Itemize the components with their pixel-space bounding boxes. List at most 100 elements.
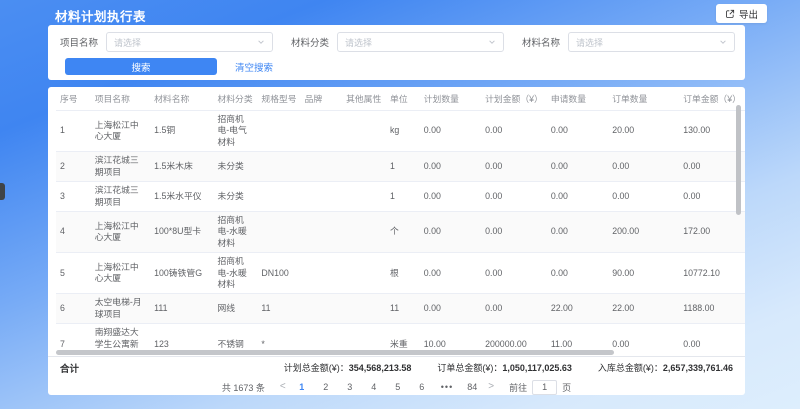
cell: 5: [56, 253, 91, 294]
search-button[interactable]: 搜索: [65, 58, 217, 75]
column-header: 品牌: [301, 87, 342, 111]
filter-panel: 项目名称请选择材料分类请选择材料名称请选择 搜索 清空搜索: [48, 25, 745, 80]
column-header: 序号: [56, 87, 91, 111]
page-button-1[interactable]: 1: [297, 382, 307, 392]
export-label: 导出: [739, 7, 758, 21]
cell: 10772.10: [679, 253, 745, 294]
cell: 0.00: [420, 182, 481, 212]
cell: [342, 211, 386, 252]
filter-actions: 搜索 清空搜索: [65, 58, 273, 75]
summary-order-total-value: 1,050,117,025.63: [502, 363, 572, 373]
cell: 1: [56, 111, 91, 152]
cell: [301, 211, 342, 252]
cell: 0.00: [679, 324, 745, 350]
cell: 0.00: [420, 253, 481, 294]
table-panel: 序号项目名称材料名称材料分类规格型号品牌其他属性单位计划数量计划金额（¥）申请数…: [48, 87, 745, 395]
total-count: 共 1673 条: [222, 381, 265, 394]
cell: 滨江花城三期项目: [91, 152, 150, 182]
select-placeholder: 请选择: [345, 36, 372, 49]
next-page-button[interactable]: >: [486, 382, 496, 392]
column-header: 计划数量: [420, 87, 481, 111]
cell: 1188.00: [679, 294, 745, 324]
cell: 22.00: [608, 294, 679, 324]
cell: 上海松江中心大厦: [91, 111, 150, 152]
cell: 根: [386, 253, 420, 294]
cell: 0.00: [608, 152, 679, 182]
cell: 0.00: [481, 211, 547, 252]
pagination: 共 1673 条 < 1 2 3 4 5 6 ••• 84 > 前往 页: [48, 379, 745, 395]
horizontal-scrollbar-thumb[interactable]: [56, 350, 614, 355]
summary-plan-total-value: 354,568,213.58: [349, 363, 412, 373]
cell: 0.00: [481, 182, 547, 212]
cell: [257, 182, 300, 212]
cell: 上海松江中心大厦: [91, 211, 150, 252]
column-header: 项目名称: [91, 87, 150, 111]
cell: 0.00: [547, 211, 608, 252]
page-button-6[interactable]: 6: [417, 382, 427, 392]
cell: 未分类: [213, 152, 257, 182]
column-header: 材料分类: [213, 87, 257, 111]
page-button-5[interactable]: 5: [393, 382, 403, 392]
cell: 10.00: [420, 324, 481, 350]
cell: 0.00: [481, 152, 547, 182]
cell: 1.5铜: [150, 111, 213, 152]
cell: 0.00: [420, 211, 481, 252]
cell: 南翔盛达大学生公寓新建: [91, 324, 150, 350]
cell: 0.00: [481, 294, 547, 324]
select-project-name[interactable]: 请选择: [106, 32, 273, 52]
cell: 1: [386, 152, 420, 182]
prev-page-button[interactable]: <: [278, 382, 288, 392]
filter-label-material-category: 材料分类: [291, 35, 329, 49]
sidebar-collapse-handle[interactable]: [0, 183, 5, 200]
cell: 0.00: [547, 182, 608, 212]
pagination-ellipsis[interactable]: •••: [441, 382, 453, 392]
cell: 90.00: [608, 253, 679, 294]
cell: 11: [386, 294, 420, 324]
select-material-category[interactable]: 请选择: [337, 32, 504, 52]
cell: 0.00: [420, 294, 481, 324]
vertical-scrollbar-thumb[interactable]: [736, 105, 741, 215]
cell: 上海松江中心大厦: [91, 253, 150, 294]
cell: 未分类: [213, 182, 257, 212]
clear-search-link[interactable]: 清空搜索: [235, 60, 273, 74]
filter-label-material-name: 材料名称: [522, 35, 560, 49]
cell: 11.00: [547, 324, 608, 350]
column-header: 规格型号: [257, 87, 300, 111]
cell: 6: [56, 294, 91, 324]
summary-totals: 计划总金额(¥)：354,568,213.58订单总金额(¥)：1,050,11…: [284, 361, 733, 374]
column-header: 其他属性: [342, 87, 386, 111]
cell: 0.00: [547, 152, 608, 182]
table-row: 3滨江花城三期项目1.5米水平仪未分类10.000.000.000.000.00: [56, 182, 745, 212]
page-button-2[interactable]: 2: [321, 382, 331, 392]
column-header: 计划金额（¥）: [481, 87, 547, 111]
cell: 0.00: [420, 111, 481, 152]
page-list: 1 2 3 4 5 6 ••• 84: [297, 382, 477, 392]
cell: 招商机电-水暖材料: [213, 253, 257, 294]
cell: 7: [56, 324, 91, 350]
cell: 网线: [213, 294, 257, 324]
column-header: 材料名称: [150, 87, 213, 111]
cell: 1.5米水平仪: [150, 182, 213, 212]
cell: 不锈钢: [213, 324, 257, 350]
select-material-name[interactable]: 请选择: [568, 32, 735, 52]
cell: [342, 253, 386, 294]
cell: 200000.00: [481, 324, 547, 350]
page-button-3[interactable]: 3: [345, 382, 355, 392]
cell: 太空电梯-月球项目: [91, 294, 150, 324]
cell: [301, 324, 342, 350]
goto-page-input[interactable]: [532, 380, 557, 395]
cell: 个: [386, 211, 420, 252]
export-button[interactable]: 导出: [716, 4, 767, 23]
page-button-84[interactable]: 84: [467, 382, 477, 392]
cell: [342, 182, 386, 212]
cell: 1: [386, 182, 420, 212]
filter-label-project-name: 项目名称: [60, 35, 98, 49]
cell: 0.00: [608, 324, 679, 350]
table-row: 4上海松江中心大厦100*8U型卡招商机电-水暖材料个0.000.000.002…: [56, 211, 745, 252]
goto-label: 前往: [509, 381, 527, 394]
table-header-row: 序号项目名称材料名称材料分类规格型号品牌其他属性单位计划数量计划金额（¥）申请数…: [56, 87, 745, 111]
page-button-4[interactable]: 4: [369, 382, 379, 392]
summary-plan-total-label: 计划总金额(¥)：: [284, 363, 349, 373]
goto-page: 前往 页: [509, 380, 571, 395]
chevron-down-icon: [257, 38, 265, 46]
